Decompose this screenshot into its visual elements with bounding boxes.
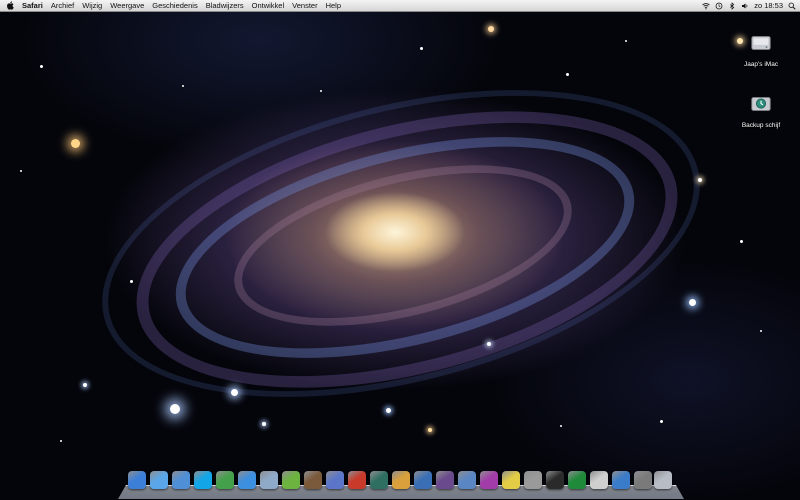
- star: [40, 65, 43, 68]
- dock-spotify-icon[interactable]: [282, 471, 300, 489]
- star: [420, 47, 423, 50]
- desktop-icon-backup-schijf[interactable]: Backup schijf: [731, 93, 791, 129]
- dock-utilities-icon[interactable]: [524, 471, 542, 489]
- star: [488, 26, 494, 32]
- galaxy-arm: [70, 35, 732, 452]
- star: [20, 170, 22, 172]
- star: [60, 440, 62, 442]
- star: [71, 139, 80, 148]
- star: [320, 90, 322, 92]
- desktop-wallpaper: [0, 0, 800, 500]
- dock-ichat-icon[interactable]: [238, 471, 256, 489]
- menu-app-safari[interactable]: Safari: [18, 0, 47, 11]
- menu-clock[interactable]: zo 18:53: [754, 0, 783, 11]
- dock-app-store-icon[interactable]: [172, 471, 190, 489]
- dock-safari-icon[interactable]: [150, 471, 168, 489]
- spotlight-icon[interactable]: [788, 2, 796, 10]
- star: [698, 178, 702, 182]
- menu-venster[interactable]: Venster: [288, 0, 321, 11]
- apple-icon[interactable]: [6, 1, 14, 10]
- dock: [118, 470, 684, 500]
- dock-photo-booth-icon[interactable]: [436, 471, 454, 489]
- star: [170, 404, 180, 414]
- star: [130, 280, 133, 283]
- dock-stickies-icon[interactable]: [502, 471, 520, 489]
- star: [487, 342, 491, 346]
- star: [760, 330, 762, 332]
- dock-textedit-icon[interactable]: [590, 471, 608, 489]
- star: [428, 428, 432, 432]
- dock-finder-icon[interactable]: [128, 471, 146, 489]
- dock-trash-icon[interactable]: [654, 471, 672, 489]
- star: [83, 383, 87, 387]
- dock-preview-icon[interactable]: [392, 471, 410, 489]
- dock-skype-icon[interactable]: [194, 471, 212, 489]
- dock-downloads-folder-icon[interactable]: [458, 471, 476, 489]
- menu-wijzig[interactable]: Wijzig: [78, 0, 106, 11]
- star: [625, 40, 627, 42]
- dock-documents-stack-icon[interactable]: [634, 471, 652, 489]
- star: [560, 425, 562, 427]
- dock-dvd-player-icon[interactable]: [546, 471, 564, 489]
- menu-ontwikkel[interactable]: Ontwikkel: [248, 0, 289, 11]
- star: [660, 420, 663, 423]
- volume-icon[interactable]: [741, 2, 749, 10]
- dock-network-icon[interactable]: [612, 471, 630, 489]
- dock-activity-monitor-icon[interactable]: [568, 471, 586, 489]
- desktop-icon-label: Jaap's iMac: [743, 61, 779, 68]
- star: [231, 389, 238, 396]
- dock-mail-icon[interactable]: [260, 471, 278, 489]
- star: [182, 85, 184, 87]
- menu-weergave[interactable]: Weergave: [106, 0, 148, 11]
- dock-time-machine-icon[interactable]: [370, 471, 388, 489]
- star: [740, 240, 743, 243]
- dock-flashcard-icon[interactable]: [348, 471, 366, 489]
- star: [262, 422, 266, 426]
- dock-messenger-icon[interactable]: [216, 471, 234, 489]
- dock-front-row-icon[interactable]: [480, 471, 498, 489]
- desktop-icon-jaaps-imac[interactable]: Jaap's iMac: [731, 32, 791, 68]
- time-machine-icon[interactable]: [715, 2, 723, 10]
- wifi-icon[interactable]: [702, 2, 710, 10]
- star: [566, 73, 569, 76]
- menu-archief[interactable]: Archief: [47, 0, 78, 11]
- star: [689, 299, 696, 306]
- menu-bladwijzers[interactable]: Bladwijzers: [202, 0, 248, 11]
- dock-google-earth-icon[interactable]: [414, 471, 432, 489]
- menu-bar: Safari Archief Wijzig Weergave Geschiede…: [0, 0, 800, 12]
- bluetooth-icon[interactable]: [728, 1, 736, 10]
- hard-drive-icon: [751, 36, 771, 50]
- menu-geschiedenis[interactable]: Geschiedenis: [148, 0, 201, 11]
- dock-itunes-icon[interactable]: [326, 471, 344, 489]
- desktop-icon-label: Backup schijf: [741, 122, 781, 129]
- menu-help[interactable]: Help: [322, 0, 345, 11]
- star: [386, 408, 391, 413]
- menu-extras: zo 18:53: [702, 0, 796, 11]
- time-machine-drive-icon: [751, 97, 771, 111]
- dock-iphoto-icon[interactable]: [304, 471, 322, 489]
